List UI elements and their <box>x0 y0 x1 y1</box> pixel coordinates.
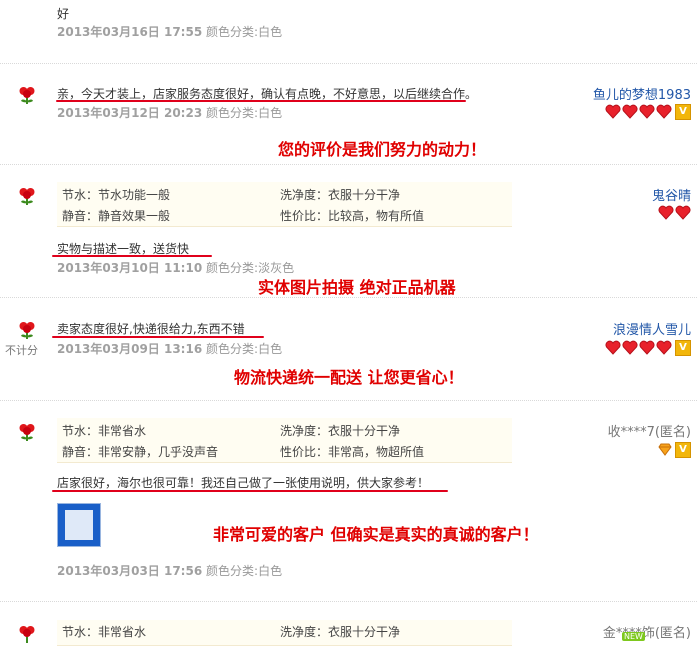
review-divider <box>0 601 697 602</box>
red-heart-icon <box>605 340 621 355</box>
red-flower-icon <box>19 322 35 339</box>
color-value: 白色 <box>258 564 283 578</box>
promo-text: 实体图片拍摄 绝对正品机器 <box>258 278 456 297</box>
review-date: 2013年03月16日 17:55 <box>57 25 203 39</box>
review-divider <box>0 63 697 64</box>
review-meta: 2013年03月09日 13:16 颜色分类:白色 <box>57 340 282 357</box>
review-meta: 2013年03月03日 17:56 颜色分类:白色 <box>57 562 282 579</box>
attribute-item: 洗净度：衣服十分干净 <box>280 188 401 202</box>
red-heart-icon <box>639 340 655 355</box>
reviewer-name-link[interactable]: 鱼儿的梦想1983 <box>593 84 691 103</box>
review-date: 2013年03月09日 13:16 <box>57 342 203 356</box>
red-heart-icon <box>622 340 638 355</box>
review-divider <box>0 297 697 298</box>
red-flower-icon <box>19 626 35 643</box>
no-score-note: 不计分 <box>5 344 38 357</box>
review-divider <box>0 400 697 401</box>
red-heart-icon <box>656 340 672 355</box>
review-photo-thumbnail[interactable] <box>57 503 101 547</box>
color-label: 颜色分类: <box>206 261 259 275</box>
attribute-item: 节水：非常省水 <box>62 424 147 438</box>
red-flower-icon <box>19 87 35 104</box>
attribute-item: 性价比：比较高，物有所值 <box>280 209 425 223</box>
attribute-item: 静音：静音效果一般 <box>62 209 171 223</box>
content-underline <box>56 100 466 102</box>
review-date: 2013年03月10日 11:10 <box>57 261 203 275</box>
review-meta: 2013年03月12日 20:23 颜色分类:白色 <box>57 104 282 121</box>
review-date: 2013年03月12日 20:23 <box>57 106 203 120</box>
content-underline <box>52 255 212 257</box>
color-value: 白色 <box>258 342 283 356</box>
credit-badges: V <box>658 442 691 458</box>
promo-text: 您的评价是我们努力的动力！ <box>278 140 487 159</box>
red-heart-icon <box>658 205 674 220</box>
vip-icon: V <box>675 442 691 458</box>
attribute-item: 静音：非常安静，几乎没声音 <box>62 445 219 459</box>
credit-badges: V <box>605 104 691 120</box>
red-flower-icon <box>19 424 35 441</box>
diamond-icon <box>658 443 672 456</box>
red-heart-icon <box>605 104 621 119</box>
color-label: 颜色分类: <box>206 342 259 356</box>
attribute-item: 性价比：非常高，物超所值 <box>280 445 425 459</box>
content-underline <box>52 490 448 492</box>
reviewer-name: 金****饰(匿名) <box>603 622 691 641</box>
review-date: 2013年03月03日 17:56 <box>57 564 203 578</box>
red-heart-icon <box>675 205 691 220</box>
color-label: 颜色分类: <box>206 564 259 578</box>
promo-text: 物流快递统一配送 让您更省心！ <box>234 368 464 387</box>
color-value: 白色 <box>258 106 283 120</box>
vip-icon: V <box>675 340 691 356</box>
attribute-item: 洗净度：衣服十分干净 <box>280 424 401 438</box>
color-value: 淡灰色 <box>258 261 295 275</box>
promo-text: 非常可爱的客户 但确实是真实的真诚的客户！ <box>213 525 539 544</box>
color-label: 颜色分类: <box>206 106 259 120</box>
vip-icon: V <box>675 104 691 120</box>
red-heart-icon <box>622 104 638 119</box>
credit-badges: V <box>605 340 691 356</box>
red-heart-icon <box>656 104 672 119</box>
color-value: 白色 <box>258 25 283 39</box>
red-flower-icon <box>19 188 35 205</box>
attribute-item: 节水：非常省水 <box>62 625 147 639</box>
review-content: 卖家态度很好,快递很给力,东西不错 <box>57 322 245 336</box>
reviewer-name-link[interactable]: 浪漫情人雪儿 <box>613 319 691 338</box>
content-underline <box>52 336 264 338</box>
new-badge: NEW <box>622 632 645 641</box>
credit-badges <box>658 205 691 221</box>
color-label: 颜色分类: <box>206 25 259 39</box>
review-divider <box>0 164 697 165</box>
attribute-item: 洗净度：衣服十分干净 <box>280 625 401 639</box>
red-heart-icon <box>639 104 655 119</box>
review-meta: 2013年03月16日 17:55 颜色分类:白色 <box>57 23 282 40</box>
review-content: 好 <box>57 7 70 21</box>
attribute-item: 节水：节水功能一般 <box>62 188 171 202</box>
review-content: 店家很好，海尔也很可靠！我还自己做了一张使用说明，供大家参考！ <box>57 476 430 490</box>
reviewer-name: 收****7(匿名) <box>607 425 691 440</box>
reviewer-name-link[interactable]: 鬼谷晴 <box>652 185 691 204</box>
